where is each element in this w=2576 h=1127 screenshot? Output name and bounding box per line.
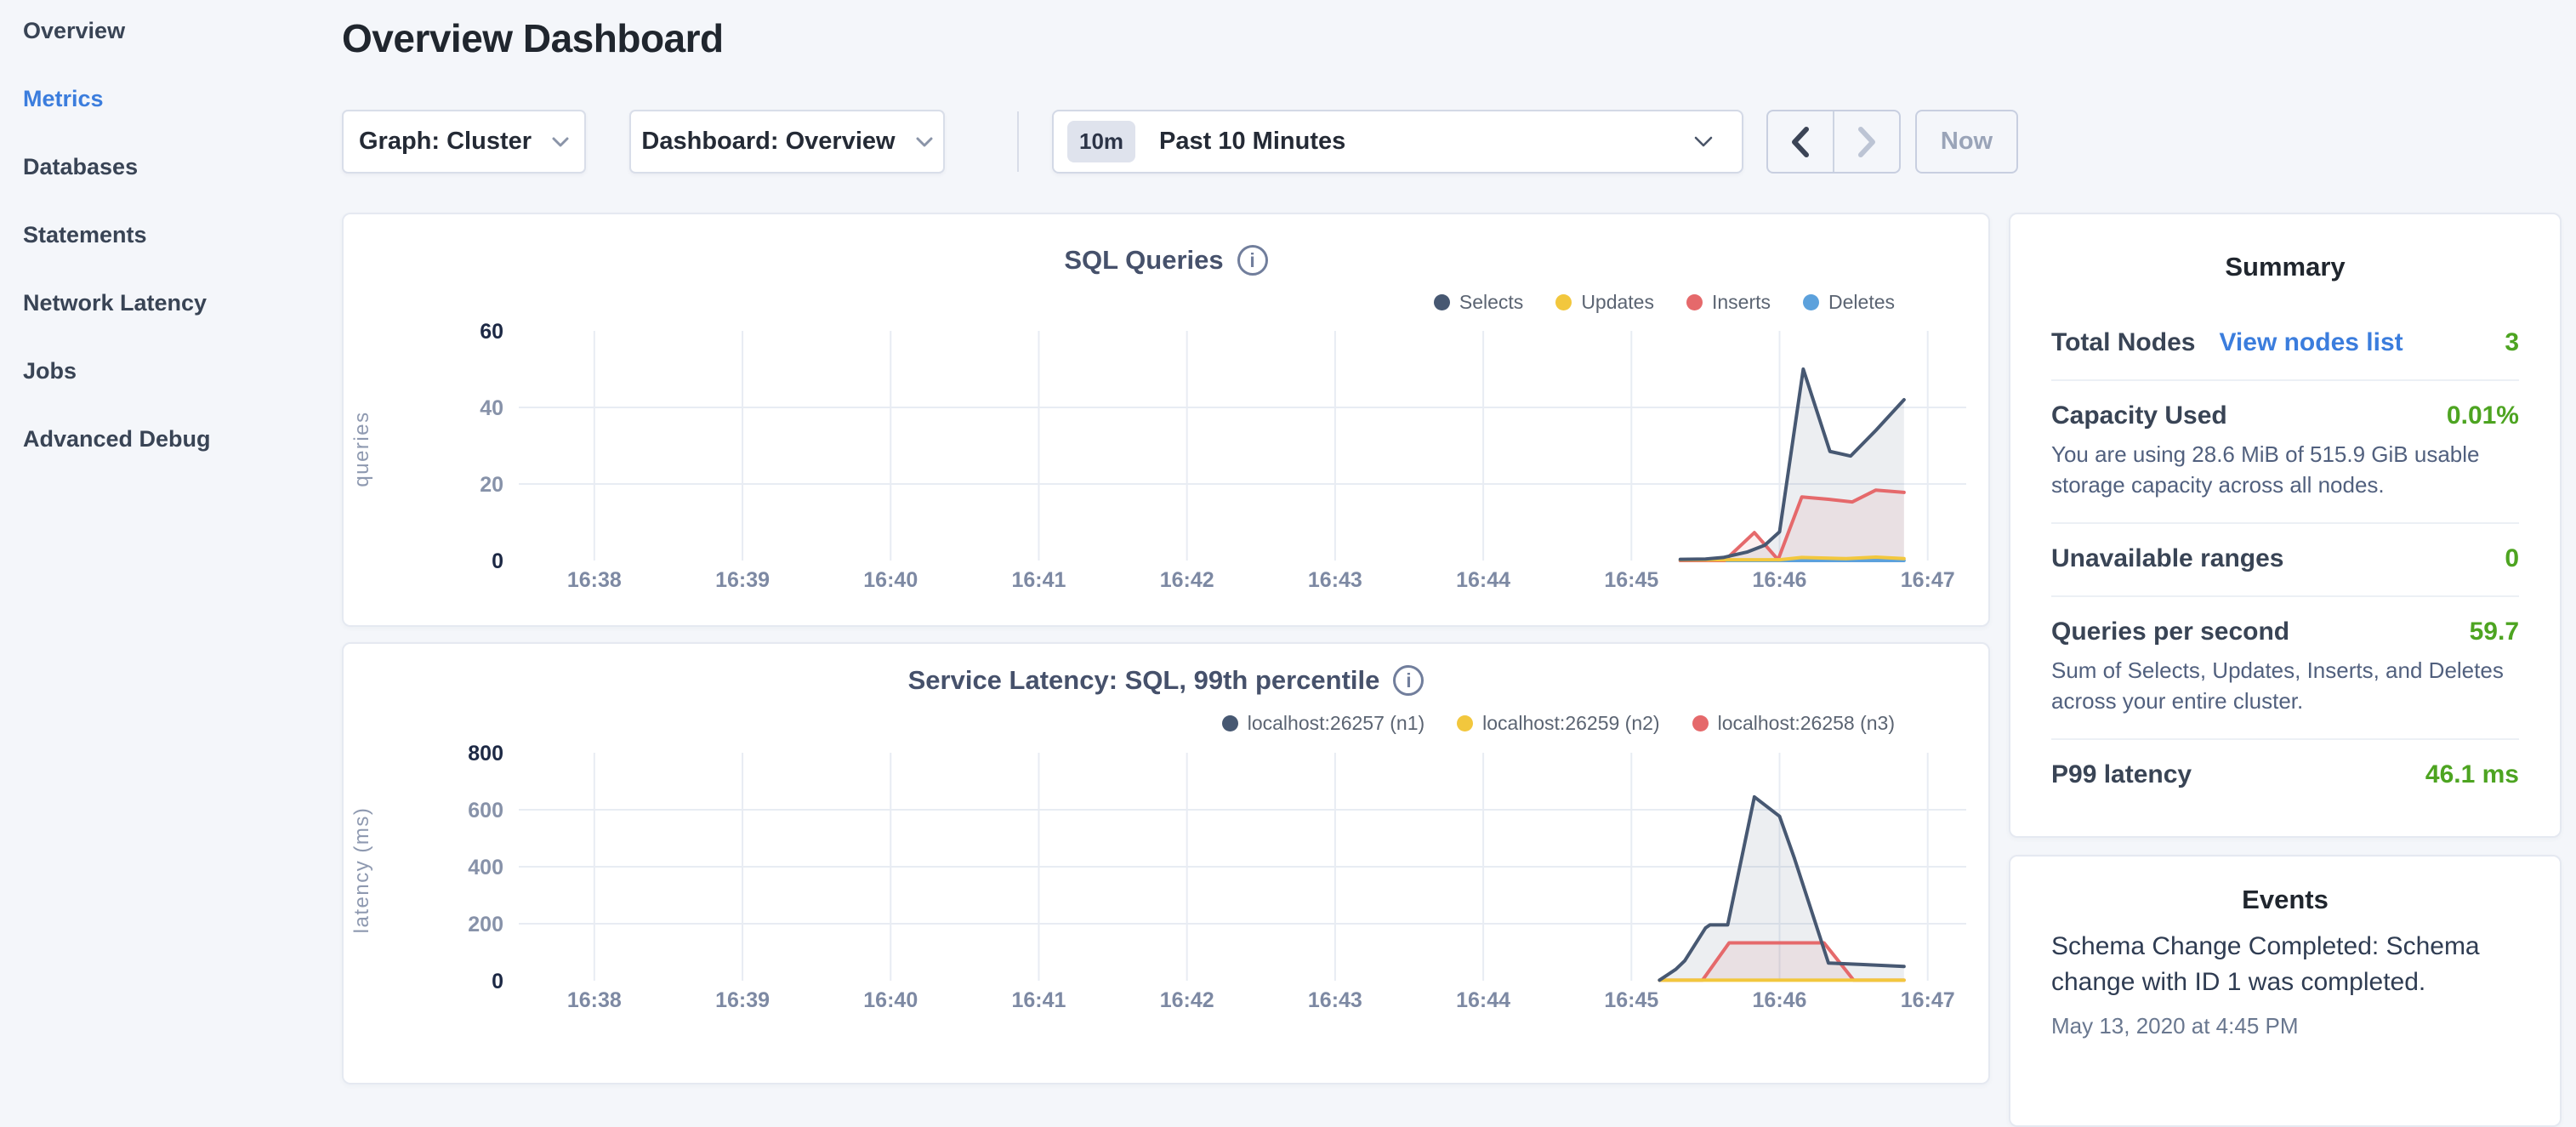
- dashboard-dropdown-label: Dashboard: Overview: [641, 128, 895, 156]
- dashboard-dropdown[interactable]: Dashboard: Overview: [629, 110, 945, 174]
- toolbar-divider: [1017, 111, 1019, 172]
- chevron-right-icon: [1857, 127, 1876, 157]
- svg-text:0: 0: [492, 549, 503, 573]
- events-panel: Events Schema Change Completed: Schema c…: [2009, 855, 2562, 1127]
- summary-row: Capacity Used 0.01% You are using 28.6 MiB…: [2051, 381, 2519, 524]
- svg-text:40: 40: [480, 396, 503, 420]
- svg-text:16:41: 16:41: [1011, 988, 1066, 1012]
- summary-row-description: Sum of Selects, Updates, Inserts, and De…: [2051, 655, 2519, 716]
- graph-dropdown[interactable]: Graph: Cluster: [342, 110, 586, 174]
- sql-queries-chart-card: SQL Queries i SelectsUpdatesInsertsDelet…: [342, 213, 1990, 627]
- svg-text:16:38: 16:38: [567, 988, 622, 1012]
- chevron-down-icon: [1694, 136, 1713, 147]
- sidebar-item-advanced-debug[interactable]: Advanced Debug: [0, 405, 340, 473]
- sidebar: Overview Metrics Databases Statements Ne…: [0, 0, 340, 473]
- service-latency-chart-card: Service Latency: SQL, 99th percentile i …: [342, 642, 1990, 1084]
- page-title: Overview Dashboard: [342, 15, 724, 61]
- svg-text:16:40: 16:40: [863, 568, 918, 592]
- time-range-badge: 10m: [1067, 121, 1135, 162]
- graph-dropdown-label: Graph: Cluster: [359, 128, 532, 156]
- summary-row-label: Capacity Used: [2051, 401, 2227, 430]
- svg-text:16:47: 16:47: [1901, 568, 1955, 592]
- summary-row-label: Queries per second: [2051, 618, 2289, 646]
- summary-row: P99 latency 46.1 ms: [2051, 740, 2519, 811]
- svg-text:16:46: 16:46: [1753, 988, 1807, 1012]
- summary-row-value: 0.01%: [2447, 401, 2519, 430]
- event-item[interactable]: Schema Change Completed: Schema change w…: [2051, 929, 2519, 1041]
- chevron-down-icon: [552, 137, 569, 147]
- svg-text:16:42: 16:42: [1160, 568, 1214, 592]
- svg-text:16:41: 16:41: [1011, 568, 1066, 592]
- summary-row-value: 3: [2505, 328, 2519, 357]
- svg-text:16:38: 16:38: [567, 568, 622, 592]
- svg-text:16:39: 16:39: [715, 568, 770, 592]
- summary-row: Unavailable ranges 0: [2051, 524, 2519, 597]
- svg-text:16:43: 16:43: [1308, 568, 1362, 592]
- time-range-label: Past 10 Minutes: [1159, 128, 1345, 156]
- svg-text:200: 200: [468, 913, 503, 936]
- svg-text:16:44: 16:44: [1456, 568, 1510, 592]
- svg-text:400: 400: [468, 856, 503, 879]
- chevron-left-icon: [1791, 127, 1810, 157]
- sidebar-item-jobs[interactable]: Jobs: [0, 337, 340, 405]
- summary-title: Summary: [2010, 252, 2560, 282]
- sql-queries-plot: 16:38 16:39 16:40 16:41 16:42 16:43 16:44 16:45…: [344, 214, 1992, 629]
- events-title: Events: [2010, 885, 2560, 915]
- summary-panel: Summary Total Nodes View nodes list 3 Capac…: [2009, 213, 2562, 838]
- svg-text:20: 20: [480, 473, 503, 497]
- svg-text:16:46: 16:46: [1753, 568, 1807, 592]
- event-text: Schema Change Completed: Schema change w…: [2051, 929, 2519, 1000]
- svg-text:16:45: 16:45: [1604, 568, 1658, 592]
- summary-row: Total Nodes View nodes list 3: [2051, 308, 2519, 381]
- svg-text:16:44: 16:44: [1456, 988, 1510, 1012]
- svg-text:16:43: 16:43: [1308, 988, 1362, 1012]
- summary-row-value: 46.1 ms: [2425, 760, 2519, 789]
- time-range-selector[interactable]: 10m Past 10 Minutes: [1052, 110, 1743, 174]
- summary-row-description: You are using 28.6 MiB of 515.9 GiB usab…: [2051, 439, 2519, 500]
- svg-text:0: 0: [492, 970, 503, 993]
- sidebar-item-statements[interactable]: Statements: [0, 201, 340, 269]
- now-button[interactable]: Now: [1915, 110, 2018, 174]
- sidebar-item-overview[interactable]: Overview: [0, 0, 340, 65]
- summary-row-value: 0: [2505, 544, 2519, 573]
- chevron-down-icon: [916, 137, 933, 147]
- sidebar-item-metrics[interactable]: Metrics: [0, 65, 340, 133]
- svg-text:60: 60: [480, 320, 503, 344]
- svg-text:16:42: 16:42: [1160, 988, 1214, 1012]
- prev-time-button[interactable]: [1768, 111, 1833, 172]
- sidebar-item-network-latency[interactable]: Network Latency: [0, 269, 340, 337]
- svg-text:16:45: 16:45: [1604, 988, 1658, 1012]
- svg-text:16:39: 16:39: [715, 988, 770, 1012]
- summary-row: Queries per second 59.7 Sum of Selects, Up…: [2051, 597, 2519, 740]
- event-timestamp: May 13, 2020 at 4:45 PM: [2051, 1010, 2519, 1041]
- svg-text:16:47: 16:47: [1901, 988, 1955, 1012]
- service-latency-plot: 16:38 16:39 16:40 16:41 16:42 16:43 16:44 16:45…: [344, 644, 1992, 1083]
- summary-row-label: Total Nodes: [2051, 328, 2195, 357]
- svg-text:16:40: 16:40: [863, 988, 918, 1012]
- sidebar-item-databases[interactable]: Databases: [0, 133, 340, 201]
- summary-row-label: P99 latency: [2051, 760, 2192, 789]
- time-step-buttons: [1766, 110, 1901, 174]
- summary-row-value: 59.7: [2470, 618, 2519, 646]
- view-nodes-link[interactable]: View nodes list: [2219, 328, 2403, 357]
- summary-row-label: Unavailable ranges: [2051, 544, 2283, 573]
- svg-text:600: 600: [468, 799, 503, 822]
- next-time-button[interactable]: [1833, 111, 1899, 172]
- svg-text:800: 800: [468, 742, 503, 766]
